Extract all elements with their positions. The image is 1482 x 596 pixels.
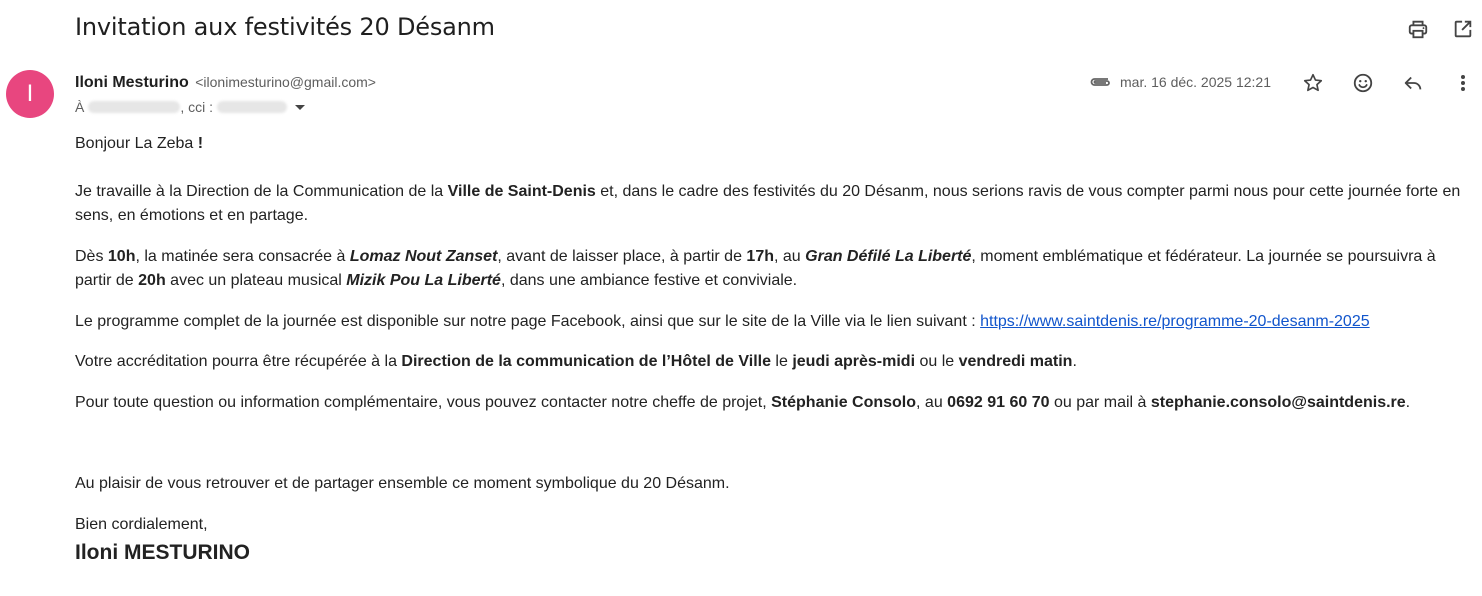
open-in-new-window-icon <box>1454 20 1472 38</box>
paragraph-programme: Dès 10h, la matinée sera consacrée à Lom… <box>75 248 1436 289</box>
open-in-new-window-button[interactable] <box>1450 16 1476 42</box>
paragraph-closing-wish: Au plaisir de vous retrouver et de parta… <box>75 475 730 492</box>
reply-button[interactable] <box>1400 70 1426 96</box>
chevron-down-icon[interactable] <box>295 104 306 110</box>
paperclip-icon <box>1090 78 1110 86</box>
more-options-button[interactable] <box>1452 70 1474 96</box>
emoji-reaction-button[interactable] <box>1350 70 1376 96</box>
sender-line: Iloni Mesturino <ilonimesturino@gmail.co… <box>75 72 376 93</box>
to-label: À <box>75 99 85 115</box>
star-button[interactable] <box>1300 70 1326 96</box>
paragraph-contact: Pour toute question ou information compl… <box>75 394 1411 411</box>
email-date: mar. 16 déc. 2025 12:21 <box>1120 74 1271 90</box>
paragraph-intro: Je travaille à la Direction de la Commun… <box>75 183 1461 224</box>
programme-link[interactable]: https://www.saintdenis.re/programme-20-d… <box>980 313 1370 330</box>
cc-label: , cci : <box>180 99 214 115</box>
star-icon <box>1303 73 1323 92</box>
recipients-line[interactable]: À , cci : <box>75 97 306 117</box>
print-icon <box>1408 20 1428 39</box>
reply-icon <box>1404 76 1422 90</box>
emoji-icon <box>1353 73 1373 93</box>
email-meta: mar. 16 déc. 2025 12:21 <box>1088 72 1271 92</box>
paragraph-link: Le programme complet de la journée est d… <box>75 313 1370 330</box>
greeting: Bonjour La Zeba ! <box>75 135 204 152</box>
email-subject: Invitation aux festivités 20 Désanm <box>75 13 495 41</box>
email-body: Bonjour La Zeba ! Je travaille à la Dire… <box>75 132 1470 566</box>
signature-name: Iloni MESTURINO <box>75 541 250 564</box>
redacted-to-recipient <box>88 101 181 113</box>
sender-name[interactable]: Iloni Mesturino <box>75 74 189 91</box>
sender-avatar[interactable]: I <box>6 70 54 118</box>
print-button[interactable] <box>1405 16 1431 42</box>
sender-email: <ilonimesturino@gmail.com> <box>195 74 376 90</box>
closing: Bien cordialement, <box>75 516 208 533</box>
more-vert-icon <box>1461 75 1465 91</box>
redacted-cc-recipient <box>217 101 288 113</box>
paragraph-accreditation: Votre accréditation pourra être récupéré… <box>75 353 1077 370</box>
